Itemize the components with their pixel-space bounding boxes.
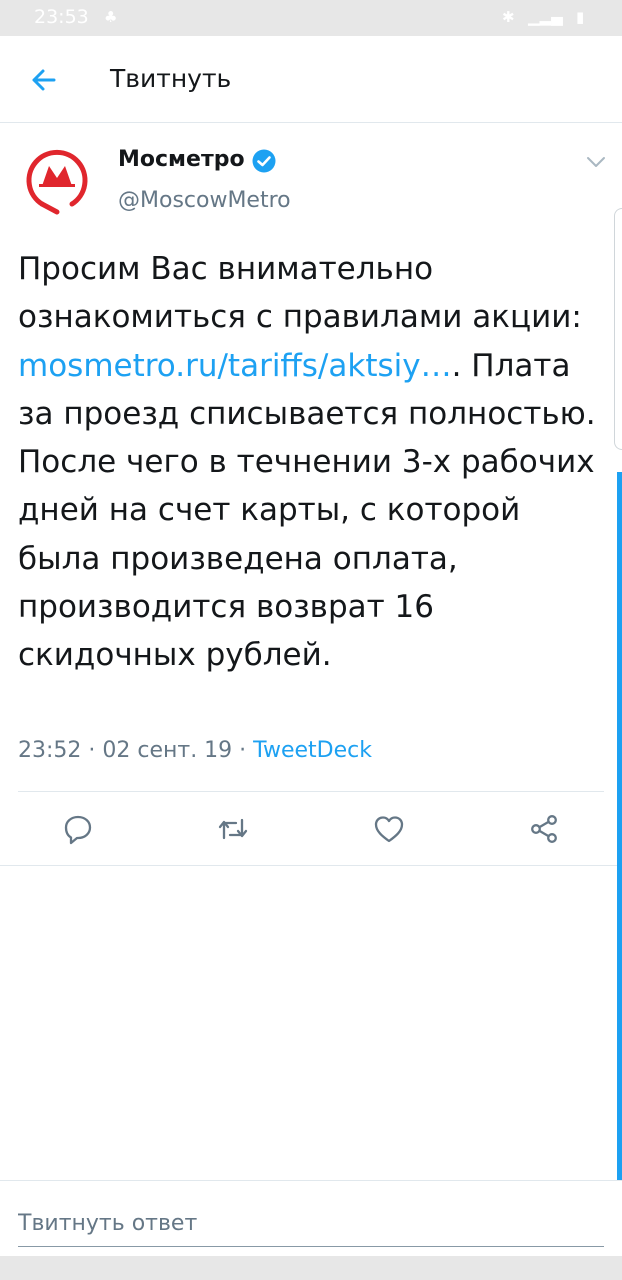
- back-arrow-icon[interactable]: [24, 60, 64, 100]
- battery-icon: ▮: [576, 8, 585, 26]
- tweet-link[interactable]: mosmetro.ru/tariffs/aktsiy…: [18, 348, 452, 384]
- page-title: Твитнуть: [110, 64, 232, 93]
- reply-input[interactable]: [18, 1200, 604, 1247]
- app-bar: Твитнуть: [0, 36, 622, 123]
- reply-icon[interactable]: [61, 812, 95, 846]
- notification-icon: ♣: [104, 8, 118, 26]
- tweet-text: Просим Вас внимательно ознакомиться с пр…: [18, 245, 610, 680]
- like-icon[interactable]: [372, 812, 406, 846]
- avatar[interactable]: [22, 144, 92, 216]
- tweet-text-part: . Плата за проезд списывается полностью.…: [18, 347, 596, 674]
- scrollbar[interactable]: [617, 472, 622, 1180]
- scroll-edge: [614, 208, 622, 450]
- author-handle[interactable]: @MoscowMetro: [118, 188, 291, 213]
- tweet-text-part: Просим Вас внимательно ознакомиться с пр…: [18, 251, 582, 336]
- tweet-timestamp: 23:52 · 02 сент. 19 ·: [18, 738, 254, 763]
- divider: [0, 865, 622, 866]
- chevron-down-icon[interactable]: [584, 152, 608, 172]
- navigation-bar: [0, 1256, 622, 1280]
- status-bar: 23:53 ♣ ✱ ▁▂▄ ▮: [0, 0, 622, 36]
- retweet-icon[interactable]: [216, 812, 250, 846]
- share-icon[interactable]: [527, 812, 561, 846]
- verified-icon: [252, 149, 276, 173]
- tweet-meta: 23:52 · 02 сент. 19 · TweetDeck: [18, 738, 372, 763]
- author-name[interactable]: Мосметро: [118, 147, 245, 172]
- signal-icon: ▁▂▄: [528, 8, 563, 26]
- tweet-source[interactable]: TweetDeck: [253, 738, 372, 763]
- status-time: 23:53: [34, 6, 89, 28]
- bluetooth-icon: ✱: [502, 8, 515, 26]
- divider: [18, 791, 604, 792]
